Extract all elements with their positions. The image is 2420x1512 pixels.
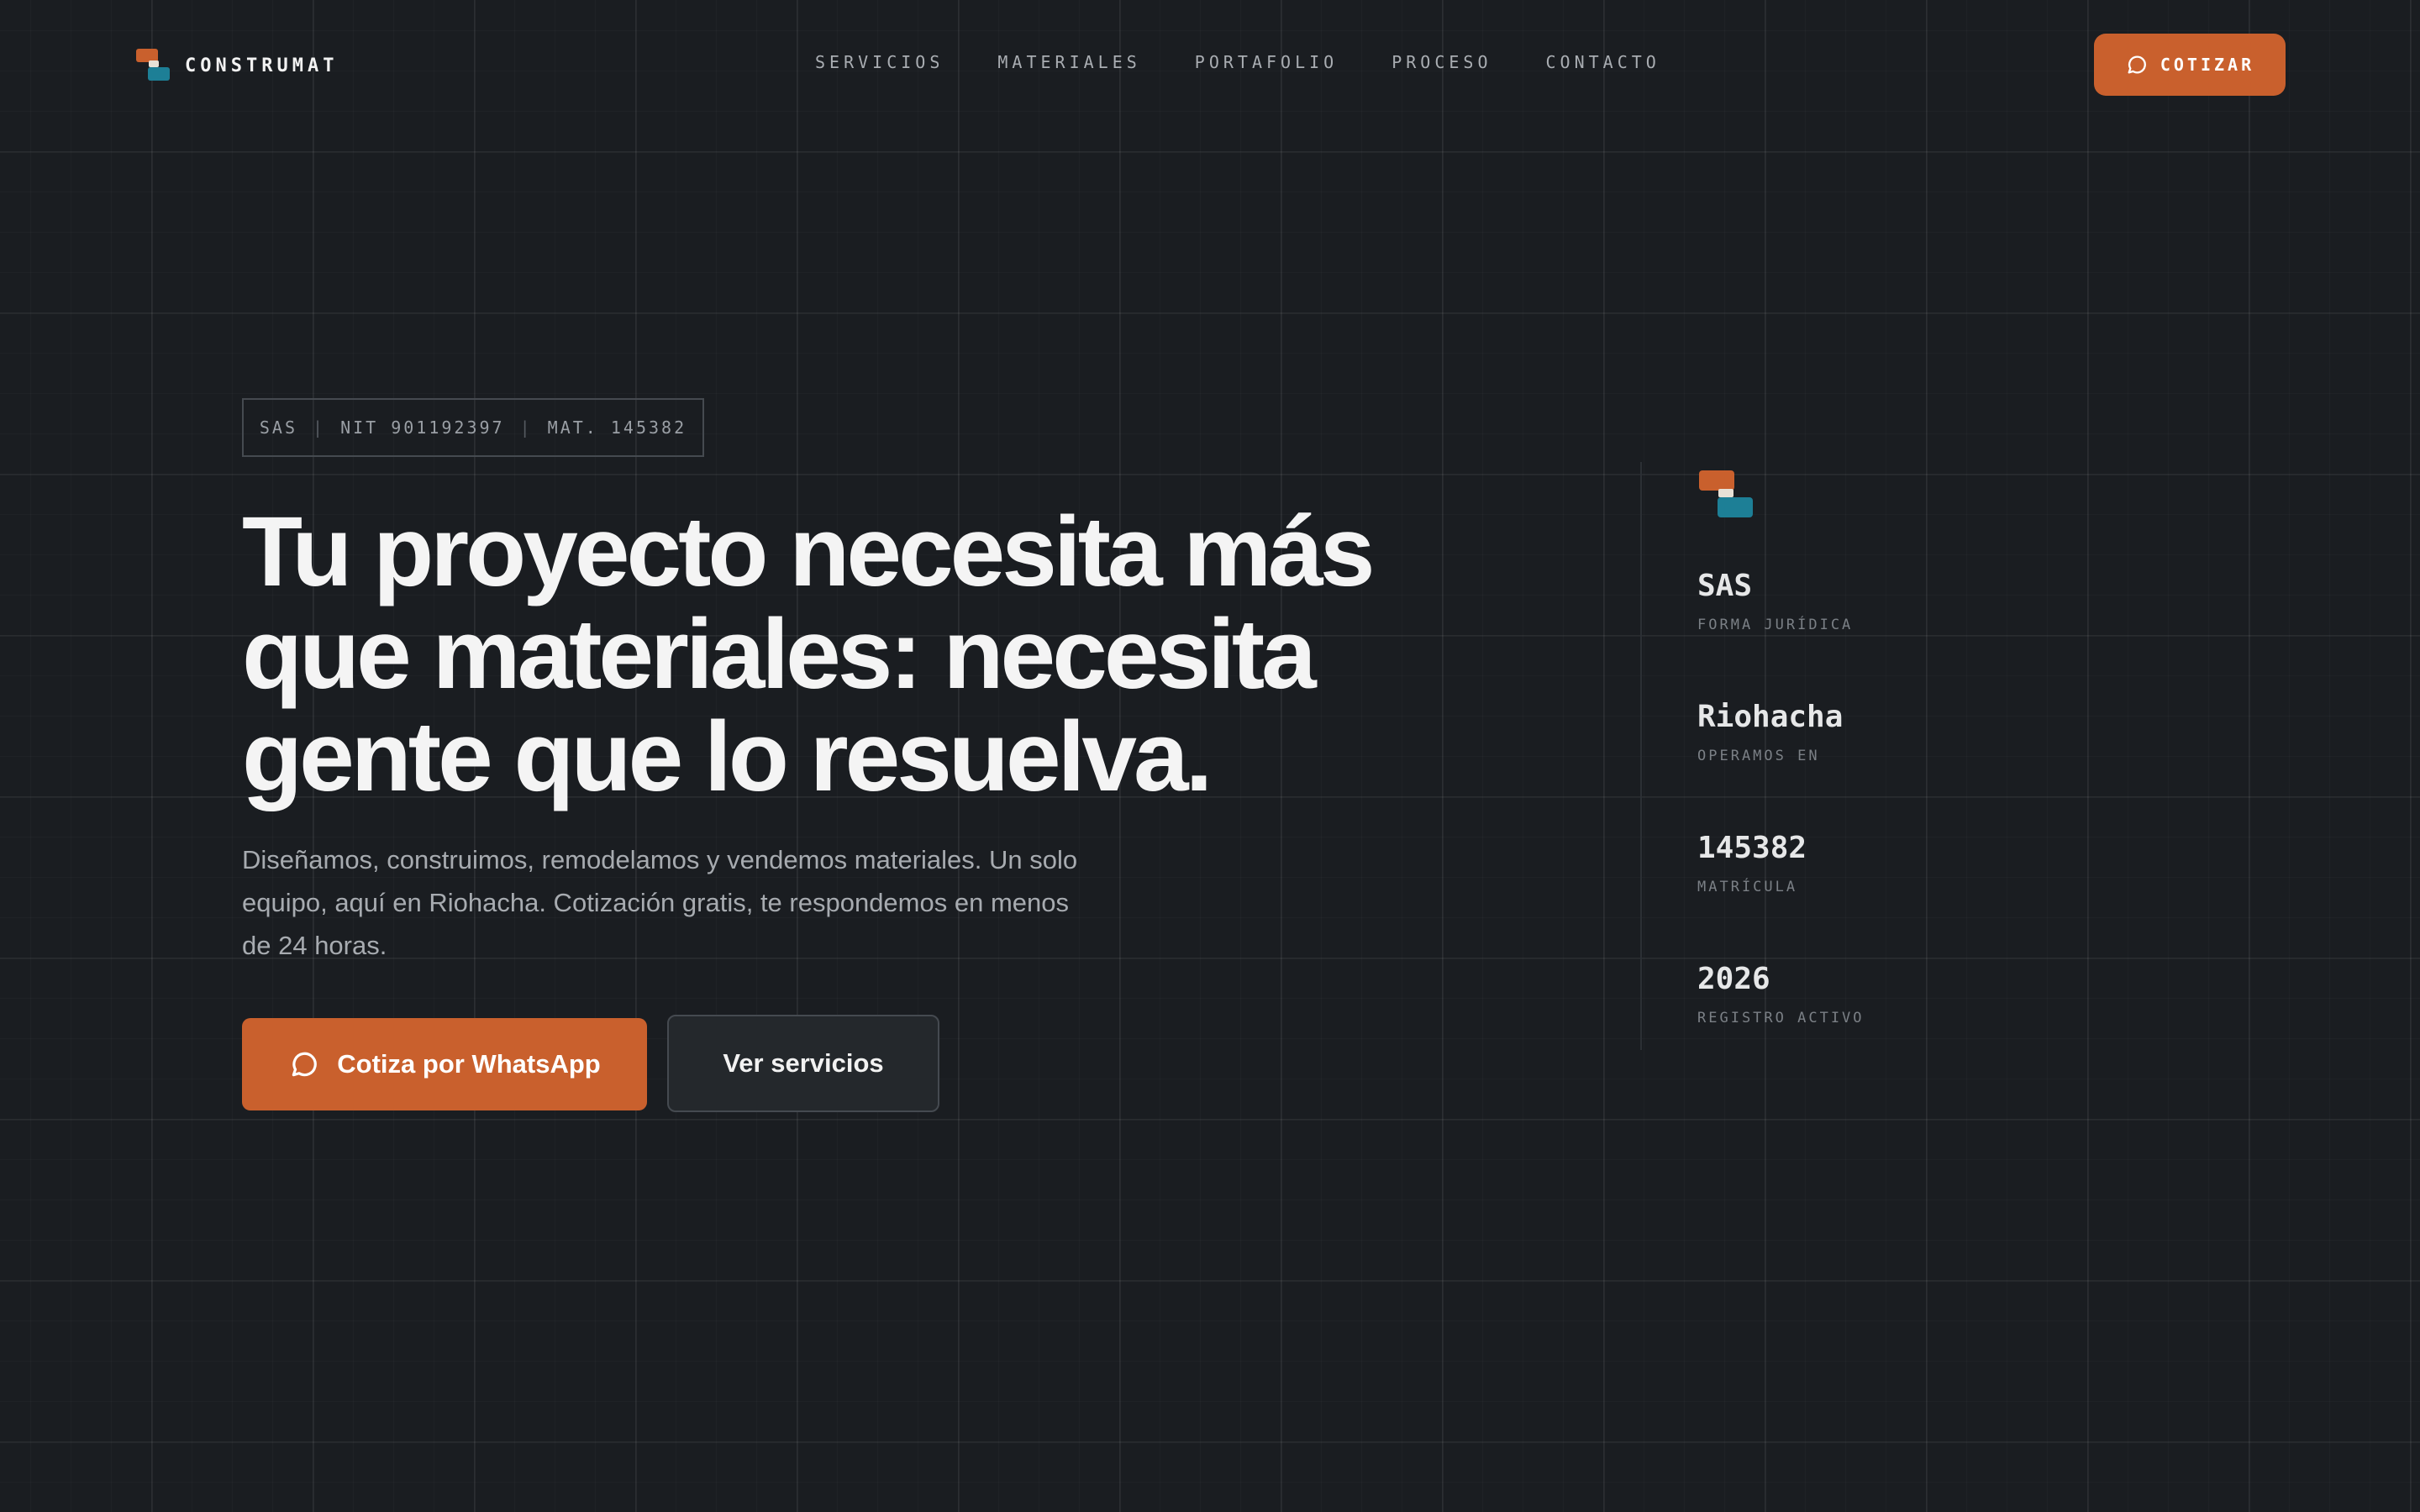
chat-bubble-icon	[2128, 55, 2146, 74]
badge-separator: |	[313, 417, 326, 438]
nav-links: SERVICIOS MATERIALES PORTAFOLIO PROCESO …	[815, 52, 1660, 72]
cotizar-label: COTIZAR	[2160, 55, 2255, 75]
badge-separator: |	[519, 417, 533, 438]
brand-name: CONSTRUMAT	[185, 55, 339, 76]
stat-registro-activo: 2026 REGISTRO ACTIVO	[1697, 961, 1865, 1026]
badge-matricula: MAT. 145382	[547, 417, 687, 438]
company-stats-panel: SAS FORMA JURÍDICA Riohacha OPERAMOS EN …	[1640, 462, 1976, 1050]
nav-link-portafolio[interactable]: PORTAFOLIO	[1195, 52, 1338, 72]
stat-operamos-en: Riohacha OPERAMOS EN	[1697, 699, 1843, 764]
nav-link-servicios[interactable]: SERVICIOS	[815, 52, 944, 72]
stat-label: MATRÍCULA	[1697, 879, 1798, 895]
nav-link-proceso[interactable]: PROCESO	[1392, 52, 1491, 72]
stat-forma-juridica: SAS FORMA JURÍDICA	[1697, 568, 1853, 633]
logo-mark-icon	[1699, 470, 1754, 519]
badge-sas: SAS	[259, 417, 298, 438]
top-navigation: CONSTRUMAT SERVICIOS MATERIALES PORTAFOL…	[0, 0, 2420, 128]
whatsapp-quote-button[interactable]: Cotiza por WhatsApp	[242, 1018, 647, 1110]
cotizar-button[interactable]: COTIZAR	[2094, 34, 2286, 96]
badge-nit: NIT 901192397	[340, 417, 505, 438]
stat-value: 145382	[1697, 831, 1807, 865]
stat-matricula: 145382 MATRÍCULA	[1697, 830, 1807, 895]
stat-label: OPERAMOS EN	[1697, 748, 1820, 764]
stat-value: 2026	[1697, 962, 1770, 996]
whatsapp-quote-label: Cotiza por WhatsApp	[337, 1049, 601, 1079]
legal-badge: SAS | NIT 901192397 | MAT. 145382	[242, 398, 704, 457]
stat-label: REGISTRO ACTIVO	[1697, 1010, 1865, 1026]
nav-link-contacto[interactable]: CONTACTO	[1546, 52, 1660, 72]
hero-headline: Tu proyecto necesita más que materiales:…	[242, 496, 1376, 812]
stat-value: SAS	[1697, 569, 1753, 603]
chat-bubble-icon	[292, 1052, 318, 1077]
brand-logo[interactable]: CONSTRUMAT	[136, 49, 338, 82]
logo-mark-icon	[136, 49, 171, 82]
nav-link-materiales[interactable]: MATERIALES	[997, 52, 1140, 72]
stat-value: Riohacha	[1697, 700, 1844, 734]
view-services-button[interactable]: Ver servicios	[667, 1015, 939, 1112]
stat-label: FORMA JURÍDICA	[1697, 617, 1854, 633]
hero-subtitle: Diseñamos, construimos, remodelamos y ve…	[242, 845, 1078, 960]
